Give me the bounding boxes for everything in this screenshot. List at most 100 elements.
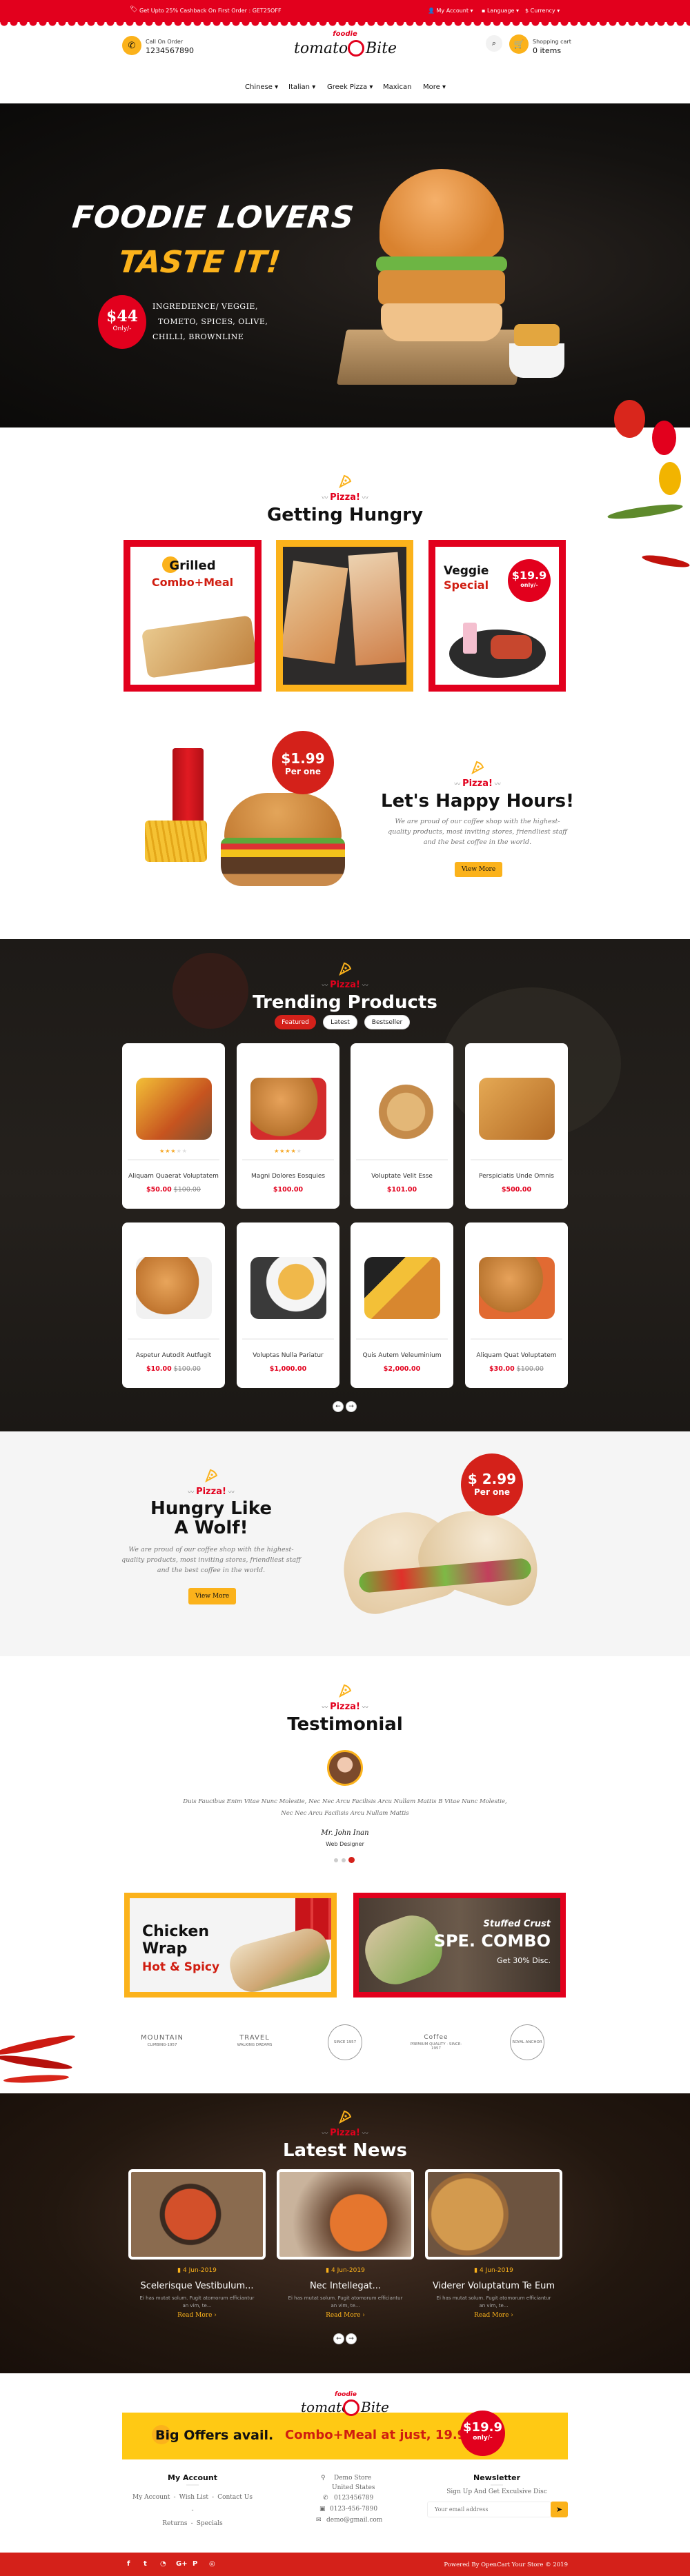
footer-link-wish-list[interactable]: Wish List [179, 2494, 208, 2501]
separator: - [173, 2494, 176, 2501]
search-button[interactable]: ⌕ [486, 35, 502, 52]
nav-maxican[interactable]: Maxican [383, 83, 411, 91]
logo-small: foodie [335, 2391, 357, 2398]
product-image[interactable] [479, 1078, 555, 1140]
product-image[interactable] [250, 1078, 326, 1140]
product-card[interactable]: Quis Autem Veleuminium $2,000.00 [351, 1222, 453, 1388]
my-account-menu[interactable]: 👤 My Account ▾ [428, 8, 473, 14]
product-image[interactable] [364, 1078, 440, 1140]
newsletter-email-input[interactable] [427, 2502, 551, 2517]
footer-link-my-account[interactable]: My Account [132, 2494, 170, 2501]
read-more-link[interactable]: Read More › [425, 2312, 562, 2319]
footer-link-specials[interactable]: Specials [197, 2520, 223, 2527]
veggie-special-card[interactable]: Veggie Special $19.9 only/- [428, 540, 566, 692]
logo[interactable]: foodie tomato Bite [290, 30, 400, 62]
product-card[interactable]: Voluptate Velit Esse $101.00 [351, 1043, 453, 1209]
footer-link-returns[interactable]: Returns [162, 2520, 187, 2527]
news-next-arrow-button[interactable]: → [346, 2333, 357, 2344]
product-card[interactable]: ★★★★★ Aliquam Quaerat Voluptatem $50.00 $10… [122, 1043, 225, 1209]
testimonial-role: Web Designer [326, 1841, 364, 1847]
brand-logo[interactable]: Coffee PREMIUM QUALITY · SINCE-1957 [408, 2024, 464, 2060]
testimonial-quote: Duis Faucibus Enim Vitae Nunc Molestie, … [183, 1798, 507, 1817]
language-menu[interactable]: ▪ Language ▾ [482, 8, 519, 14]
footer-logo[interactable]: foodie tomato Bite [301, 2391, 391, 2422]
news-title[interactable]: Viderer Voluptatum Te Eum [425, 2281, 562, 2291]
brand-name: Coffee [424, 2034, 448, 2041]
nav-more[interactable]: More ▾ [423, 83, 446, 91]
newsletter-submit-button[interactable]: ➤ [551, 2502, 568, 2517]
wolf-view-more-button[interactable]: View More [188, 1588, 236, 1604]
flourish-icon: 〰 [322, 2131, 331, 2137]
product-image[interactable] [136, 1078, 212, 1140]
currency-menu[interactable]: $ Currency ▾ [525, 8, 560, 14]
google-plus-icon[interactable]: G+ [176, 2560, 188, 2568]
happy-view-more-button[interactable]: View More [455, 862, 502, 877]
pizza-slice-image [283, 561, 348, 664]
product-card[interactable]: Aliquam Quat Voluptatem $30.00 $100.00 [465, 1222, 568, 1388]
prev-arrow-button[interactable]: ← [333, 1401, 344, 1412]
product-name[interactable]: Aliquam Quat Voluptatem [465, 1352, 568, 1359]
news-prev-arrow-button[interactable]: ← [333, 2333, 344, 2344]
section-tag-label: Pizza! [330, 2128, 360, 2138]
news-image[interactable] [277, 2169, 414, 2260]
news-title[interactable]: Nec Intellegat... [277, 2281, 414, 2291]
news-title[interactable]: Scelerisque Vestibulum... [128, 2281, 266, 2291]
tab-bestseller[interactable]: Bestseller [364, 1015, 410, 1029]
slide-dot[interactable] [342, 1858, 346, 1862]
brand-logo[interactable]: ROYAL ANCHOR [510, 2024, 544, 2060]
chicken-wrap-banner[interactable]: Chicken Wrap Hot & Spicy [124, 1893, 337, 1998]
twitter-icon[interactable]: t [144, 2560, 147, 2568]
tab-featured[interactable]: Featured [275, 1015, 316, 1029]
slide-dot-active[interactable] [348, 1857, 355, 1863]
badge-price: $19.9 [463, 2420, 502, 2435]
product-card[interactable]: Voluptas Nulla Pariatur $1,000.00 [237, 1222, 339, 1388]
next-arrow-button[interactable]: → [346, 1401, 357, 1412]
nav-greek-pizza[interactable]: Greek Pizza ▾ [327, 83, 373, 91]
product-name[interactable]: Aliquam Quaerat Voluptatem [122, 1173, 225, 1180]
badge-price: $19.9 [511, 569, 547, 582]
facebook-icon[interactable]: f [127, 2560, 130, 2568]
product-card[interactable]: Perspiciatis Unde Omnis $500.00 [465, 1043, 568, 1209]
product-name[interactable]: Voluptate Velit Esse [351, 1173, 453, 1180]
slide-dot[interactable] [334, 1858, 338, 1862]
product-image[interactable] [250, 1257, 326, 1319]
brand-logo[interactable]: TRAVEL WALKING DREAMS [227, 2024, 282, 2060]
cart-button[interactable]: 🛒 [509, 34, 529, 54]
rating-stars: ★★★★★ [122, 1148, 225, 1154]
product-name[interactable]: Voluptas Nulla Pariatur [237, 1352, 339, 1359]
product-image[interactable] [364, 1257, 440, 1319]
rss-icon[interactable]: ◔ [160, 2560, 166, 2568]
product-name[interactable]: Perspiciatis Unde Omnis [465, 1173, 568, 1180]
product-image[interactable] [136, 1257, 212, 1319]
flourish-icon: 〰 [322, 1704, 331, 1711]
grilled-combo-card[interactable]: Grilled Combo+Meal [124, 540, 262, 692]
product-name[interactable]: Aspetur Autodit Autfugit [122, 1352, 225, 1359]
nav-italian[interactable]: Italian ▾ [288, 83, 315, 91]
product-name[interactable]: Quis Autem Veleuminium [351, 1352, 453, 1359]
promo-text: Get Upto 25% Cashback On First Order : G… [139, 8, 282, 14]
rating-stars: ★★★★★ [237, 1148, 339, 1154]
pinterest-icon[interactable]: P [193, 2560, 197, 2568]
product-card[interactable]: Aspetur Autodit Autfugit $10.00 $100.00 [122, 1222, 225, 1388]
wolf-price-badge: $ 2.99 Per one [461, 1453, 523, 1516]
nav-chinese[interactable]: Chinese ▾ [245, 83, 278, 91]
footer-link-contact-us[interactable]: Contact Us [217, 2494, 253, 2501]
divider [471, 1338, 562, 1340]
news-image[interactable] [425, 2169, 562, 2260]
store-email[interactable]: demo@gmail.com [326, 2517, 382, 2524]
read-more-link[interactable]: Read More › [128, 2312, 266, 2319]
cart-count[interactable]: 0 items [533, 46, 561, 55]
product-name[interactable]: Magni Dolores Eosquies [237, 1173, 339, 1180]
fries-image [145, 821, 207, 862]
instagram-icon[interactable]: ◎ [209, 2560, 215, 2568]
product-card[interactable]: ★★★★★ Magni Dolores Eosquies $100.00 [237, 1043, 339, 1209]
brand-logo[interactable]: MOUNTAIN CLIMBING-1957 [135, 2024, 190, 2060]
tab-latest[interactable]: Latest [323, 1015, 357, 1029]
product-image[interactable] [479, 1257, 555, 1319]
news-image[interactable] [128, 2169, 266, 2260]
brand-logo[interactable]: SINCE 1957 [328, 2024, 362, 2060]
pizza-slices-card[interactable] [276, 540, 413, 692]
hero-ingredients: INGREDIENCE/ VEGGIE, TOMETO, SPICES, OLI… [152, 299, 268, 345]
read-more-link[interactable]: Read More › [277, 2312, 414, 2319]
spe-combo-banner[interactable]: Stuffed Crust SPE. COMBO Get 30% Disc. [353, 1893, 566, 1998]
